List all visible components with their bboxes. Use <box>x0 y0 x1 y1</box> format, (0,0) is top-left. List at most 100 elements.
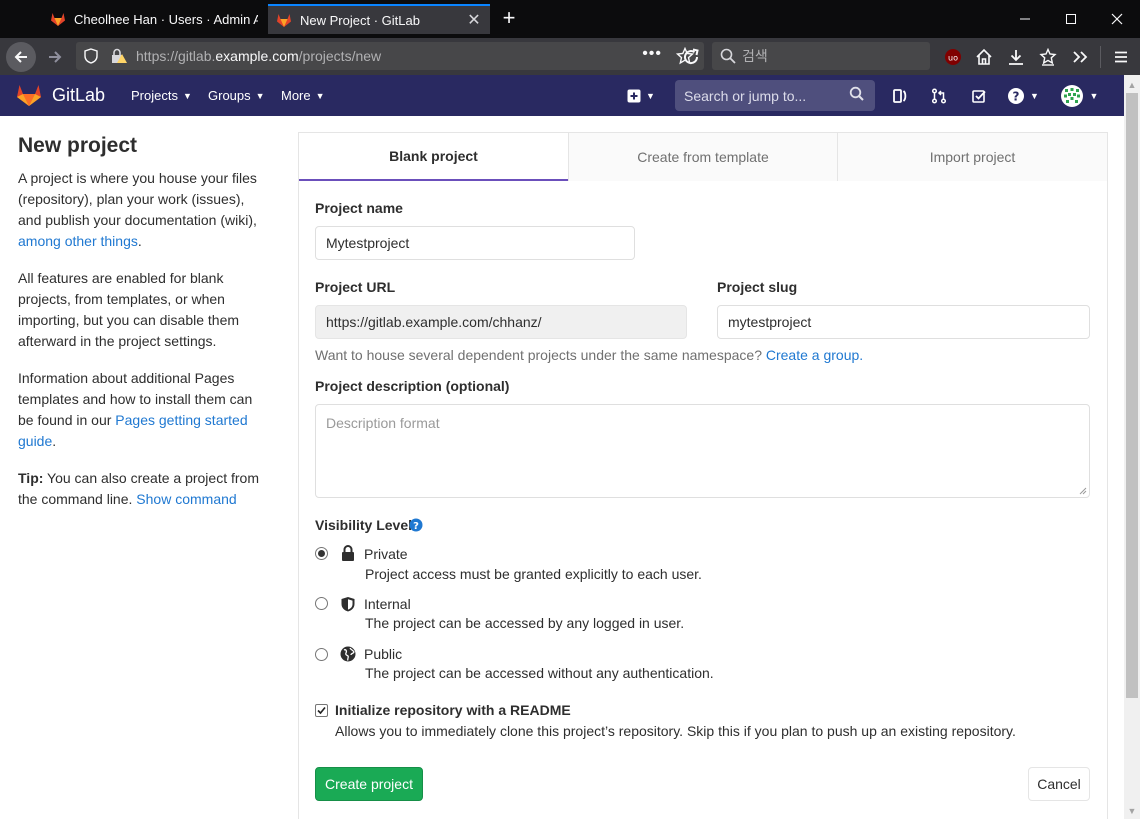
groups-menu[interactable]: Groups ▼ <box>208 88 265 103</box>
new-dropdown-button[interactable]: ▼ <box>624 86 658 106</box>
scroll-down-arrow-icon[interactable]: ▼ <box>1124 803 1140 819</box>
tab-import-project[interactable]: Import project <box>837 133 1107 181</box>
cancel-button[interactable]: Cancel <box>1028 767 1090 801</box>
insecure-lock-icon <box>112 48 127 63</box>
initialize-readme-checkbox[interactable] <box>315 704 328 717</box>
project-url-label: Project URL <box>315 279 396 295</box>
more-menu[interactable]: More ▼ <box>281 88 325 103</box>
merge-requests-icon[interactable] <box>929 86 949 106</box>
intro-paragraph: A project is where you house your files … <box>18 170 257 249</box>
visibility-internal-radio[interactable] <box>315 597 328 610</box>
issues-icon[interactable] <box>890 86 910 106</box>
arrow-left-icon <box>14 51 27 63</box>
avatar <box>1060 85 1083 107</box>
shield-icon <box>341 597 355 612</box>
visibility-private-title: Private <box>364 546 408 562</box>
minimize-icon <box>1020 18 1030 20</box>
chevron-down-icon: ▼ <box>1030 91 1039 101</box>
page-actions-icon[interactable]: ••• <box>642 45 662 63</box>
scrollbar-thumb[interactable] <box>1126 93 1138 698</box>
search-icon <box>849 86 864 101</box>
show-command-link[interactable]: Show command <box>136 491 236 507</box>
create-project-button[interactable]: Create project <box>315 767 423 801</box>
browser-tab-users[interactable]: Cheolhee Han · Users · Admin Area · GitL… <box>42 4 266 34</box>
visibility-level-label: Visibility Level <box>315 517 413 533</box>
project-name-input[interactable]: Mytestproject <box>315 226 635 260</box>
tip-paragraph: Tip: You can also create a project from … <box>18 470 259 507</box>
browser-toolbar: https://gitlab.example.com/projects/new … <box>0 38 1140 75</box>
browser-tab-new-project[interactable]: New Project · GitLab ✕ <box>268 4 490 34</box>
minimize-window-button[interactable] <box>1002 6 1048 32</box>
bookmarks-library-icon[interactable] <box>1037 46 1059 68</box>
project-slug-label: Project slug <box>717 279 798 295</box>
tab-create-from-template[interactable]: Create from template <box>568 133 837 181</box>
search-input[interactable]: Search or jump to... <box>675 80 875 111</box>
help-icon: ? <box>1008 88 1025 104</box>
browser-tab-strip: Cheolhee Han · Users · Admin Area · GitL… <box>0 0 1140 38</box>
lock-icon <box>342 545 354 561</box>
gitlab-favicon-icon <box>51 13 65 26</box>
help-dropdown[interactable]: ? ▼ <box>1006 86 1040 106</box>
visibility-private-desc: Project access must be granted explicitl… <box>365 566 702 582</box>
maximize-window-button[interactable] <box>1048 6 1094 32</box>
tab-title: New Project · GitLab <box>300 12 420 28</box>
namespace-help-text: Want to house several dependent projects… <box>315 347 864 363</box>
browser-search-bar[interactable]: 검색 <box>712 42 930 70</box>
chevron-down-icon: ▼ <box>182 90 192 101</box>
svg-text:uo: uo <box>948 54 958 63</box>
resize-handle-icon[interactable] <box>1079 487 1087 495</box>
search-icon <box>720 48 736 64</box>
new-tab-button[interactable]: + <box>496 6 522 32</box>
svg-text:?: ? <box>1013 90 1020 104</box>
forward-button[interactable] <box>40 42 70 72</box>
download-icon[interactable] <box>1005 46 1027 68</box>
project-type-tabs: Blank project Create from template Impor… <box>299 133 1107 181</box>
plus-square-icon <box>627 89 641 103</box>
visibility-internal-title: Internal <box>364 596 411 612</box>
gitlab-logo[interactable]: GitLab <box>16 83 105 107</box>
chevron-down-icon: ▼ <box>1089 91 1099 101</box>
checkmark-icon <box>317 706 326 715</box>
browser-search-placeholder: 검색 <box>742 48 768 64</box>
among-other-things-link[interactable]: among other things <box>18 233 138 249</box>
gitlab-navbar: GitLab Projects ▼ Groups ▼ More ▼ ▼ Search … <box>0 75 1124 116</box>
initialize-readme-desc: Allows you to immediately clone this pro… <box>335 723 1016 739</box>
svg-text:?: ? <box>413 521 419 532</box>
close-window-button[interactable] <box>1094 6 1140 32</box>
project-slug-input[interactable]: mytestproject <box>717 305 1090 339</box>
home-icon[interactable] <box>973 46 995 68</box>
reload-icon <box>684 48 699 65</box>
tab-title: Cheolhee Han · Users · Admin Area · GitL… <box>74 11 258 27</box>
url-bar[interactable]: https://gitlab.example.com/projects/new … <box>76 42 704 70</box>
url-text: https://gitlab.example.com/projects/new <box>136 48 382 64</box>
initialize-readme-label[interactable]: Initialize repository with a README <box>335 702 571 718</box>
reload-button[interactable] <box>676 42 706 72</box>
scroll-up-arrow-icon[interactable]: ▲ <box>1124 77 1140 93</box>
visibility-private-radio[interactable] <box>315 547 328 560</box>
project-description-label: Project description (optional) <box>315 378 510 394</box>
chevron-down-icon: ▼ <box>646 91 655 101</box>
shield-icon <box>84 48 98 64</box>
create-group-link[interactable]: Create a group. <box>766 347 863 363</box>
overflow-chevron-icon[interactable] <box>1069 46 1091 68</box>
chevron-down-icon: ▼ <box>315 90 325 101</box>
close-icon <box>1111 13 1123 25</box>
tab-blank-project[interactable]: Blank project <box>299 133 568 181</box>
question-circle-icon[interactable]: ? <box>409 518 423 532</box>
project-description-textarea[interactable]: Description format <box>315 404 1090 498</box>
ublock-icon[interactable]: uo <box>942 46 964 68</box>
gitlab-brand-text: GitLab <box>52 84 106 105</box>
chevron-down-icon: ▼ <box>255 90 265 101</box>
globe-icon <box>340 646 356 662</box>
user-avatar-dropdown[interactable]: ▼ <box>1058 84 1100 108</box>
visibility-public-radio[interactable] <box>315 648 328 661</box>
page-title: New project <box>18 134 138 157</box>
back-button[interactable] <box>6 42 36 72</box>
project-name-label: Project name <box>315 200 403 216</box>
project-intro-sidebar: New project A project is where you house… <box>18 134 270 526</box>
close-tab-icon[interactable]: ✕ <box>466 10 482 30</box>
todos-icon[interactable] <box>969 86 989 106</box>
pages-paragraph: Information about additional Pages templ… <box>18 370 253 449</box>
hamburger-menu-icon[interactable] <box>1110 46 1132 68</box>
projects-menu[interactable]: Projects ▼ <box>131 88 192 103</box>
